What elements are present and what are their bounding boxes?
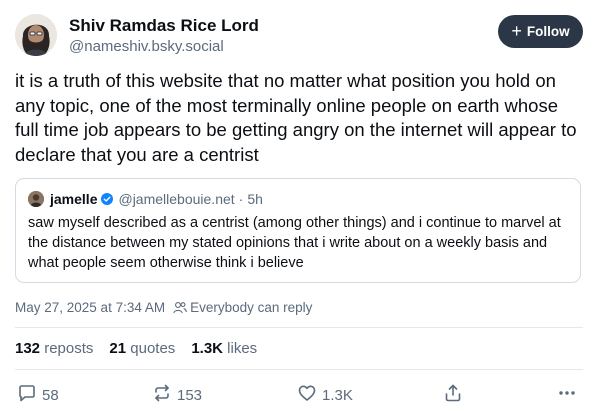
post-meta: May 27, 2025 at 7:34 AM Everybody can re… [15, 300, 312, 315]
quotes-stat[interactable]: 21 quotes [109, 340, 175, 357]
share-button[interactable] [443, 383, 463, 407]
quoted-author-name[interactable]: jamelle [50, 191, 97, 207]
heart-icon [297, 383, 317, 407]
quoted-post[interactable]: jamelle @jamellebouie.net · 5h saw mysel… [15, 178, 581, 283]
post-text: it is a truth of this website that no ma… [15, 70, 577, 165]
more-options-button[interactable] [557, 383, 577, 407]
action-bar: 58 153 1.3K [0, 383, 598, 405]
repost-icon [152, 383, 172, 407]
post-timestamp[interactable]: May 27, 2025 at 7:34 AM [15, 300, 165, 315]
reposts-stat[interactable]: 132 reposts [15, 340, 93, 357]
author-avatar[interactable] [15, 14, 57, 56]
like-count: 1.3K [322, 386, 353, 404]
quoted-author-handle[interactable]: @jamellebouie.net [118, 191, 234, 207]
post-stats: 132 reposts 21 quotes 1.3K likes [15, 340, 257, 357]
share-icon [443, 383, 463, 407]
author-handle[interactable]: @nameshiv.bsky.social [69, 38, 224, 55]
reposts-label: reposts [44, 340, 94, 357]
reply-button[interactable]: 58 [17, 383, 59, 407]
like-button[interactable]: 1.3K [297, 383, 353, 407]
plus-icon: + [511, 20, 522, 41]
more-icon [557, 383, 577, 407]
quoted-author-avatar[interactable] [28, 191, 44, 207]
quoted-post-text: saw myself described as a centrist (amon… [28, 215, 561, 271]
quotes-label: quotes [130, 340, 176, 357]
likes-label: likes [227, 340, 258, 357]
follow-button-label: Follow [526, 24, 570, 39]
likes-stat[interactable]: 1.3K likes [191, 340, 257, 357]
separator-dot: · [238, 191, 244, 207]
reply-count: 58 [42, 386, 59, 404]
verified-icon [101, 193, 114, 205]
divider [15, 369, 583, 370]
likes-count: 1.3K [191, 340, 223, 357]
author-name[interactable]: Shiv Ramdas Rice Lord [69, 16, 259, 36]
reposts-count: 132 [15, 340, 41, 357]
reply-setting[interactable]: Everybody can reply [190, 300, 312, 315]
people-icon [173, 301, 187, 314]
repost-button[interactable]: 153 [152, 383, 202, 407]
reply-icon [17, 383, 37, 407]
follow-button[interactable]: + Follow [498, 15, 583, 48]
repost-count: 153 [177, 386, 203, 404]
quotes-count: 21 [109, 340, 127, 357]
quoted-post-header: jamelle @jamellebouie.net · 5h [28, 191, 263, 207]
quoted-post-time[interactable]: 5h [247, 191, 263, 207]
divider [15, 327, 583, 328]
